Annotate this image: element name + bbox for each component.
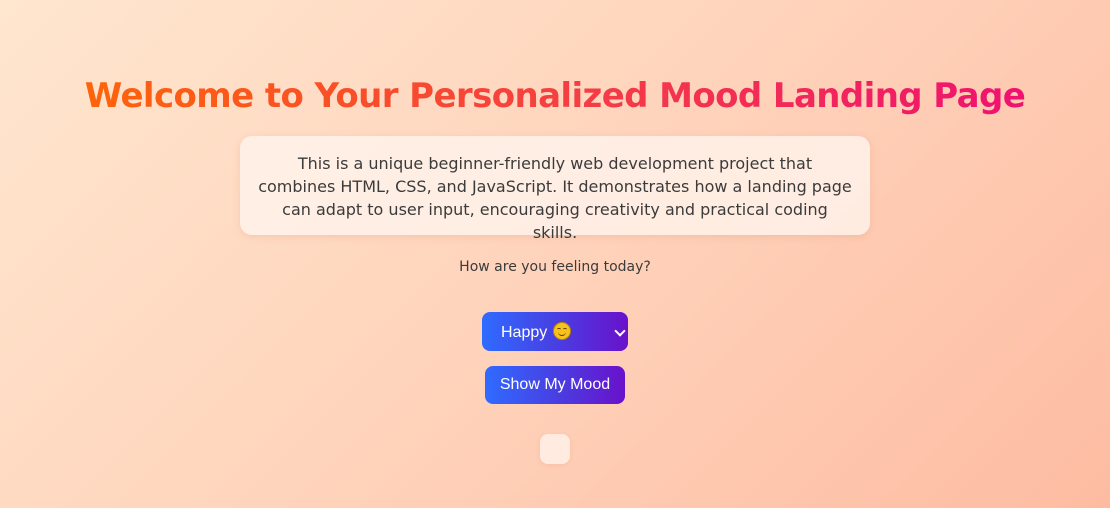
chevron-down-icon — [614, 325, 626, 337]
mood-result-box — [540, 434, 570, 464]
description-text: This is a unique beginner-friendly web d… — [258, 154, 852, 242]
show-my-mood-button[interactable]: Show My Mood — [485, 366, 625, 404]
mood-select-label: Happy — [501, 323, 548, 341]
mood-select-value: Happy — [501, 321, 572, 342]
mood-prompt-label: How are you feeling today? — [459, 259, 651, 275]
mood-select[interactable]: Happy — [482, 312, 628, 351]
smiling-face-icon — [553, 321, 572, 340]
description-card: This is a unique beginner-friendly web d… — [240, 136, 870, 242]
mood-landing-page: Welcome to Your Personalized Mood Landin… — [0, 0, 1110, 508]
page-title: Welcome to Your Personalized Mood Landin… — [0, 70, 1110, 122]
